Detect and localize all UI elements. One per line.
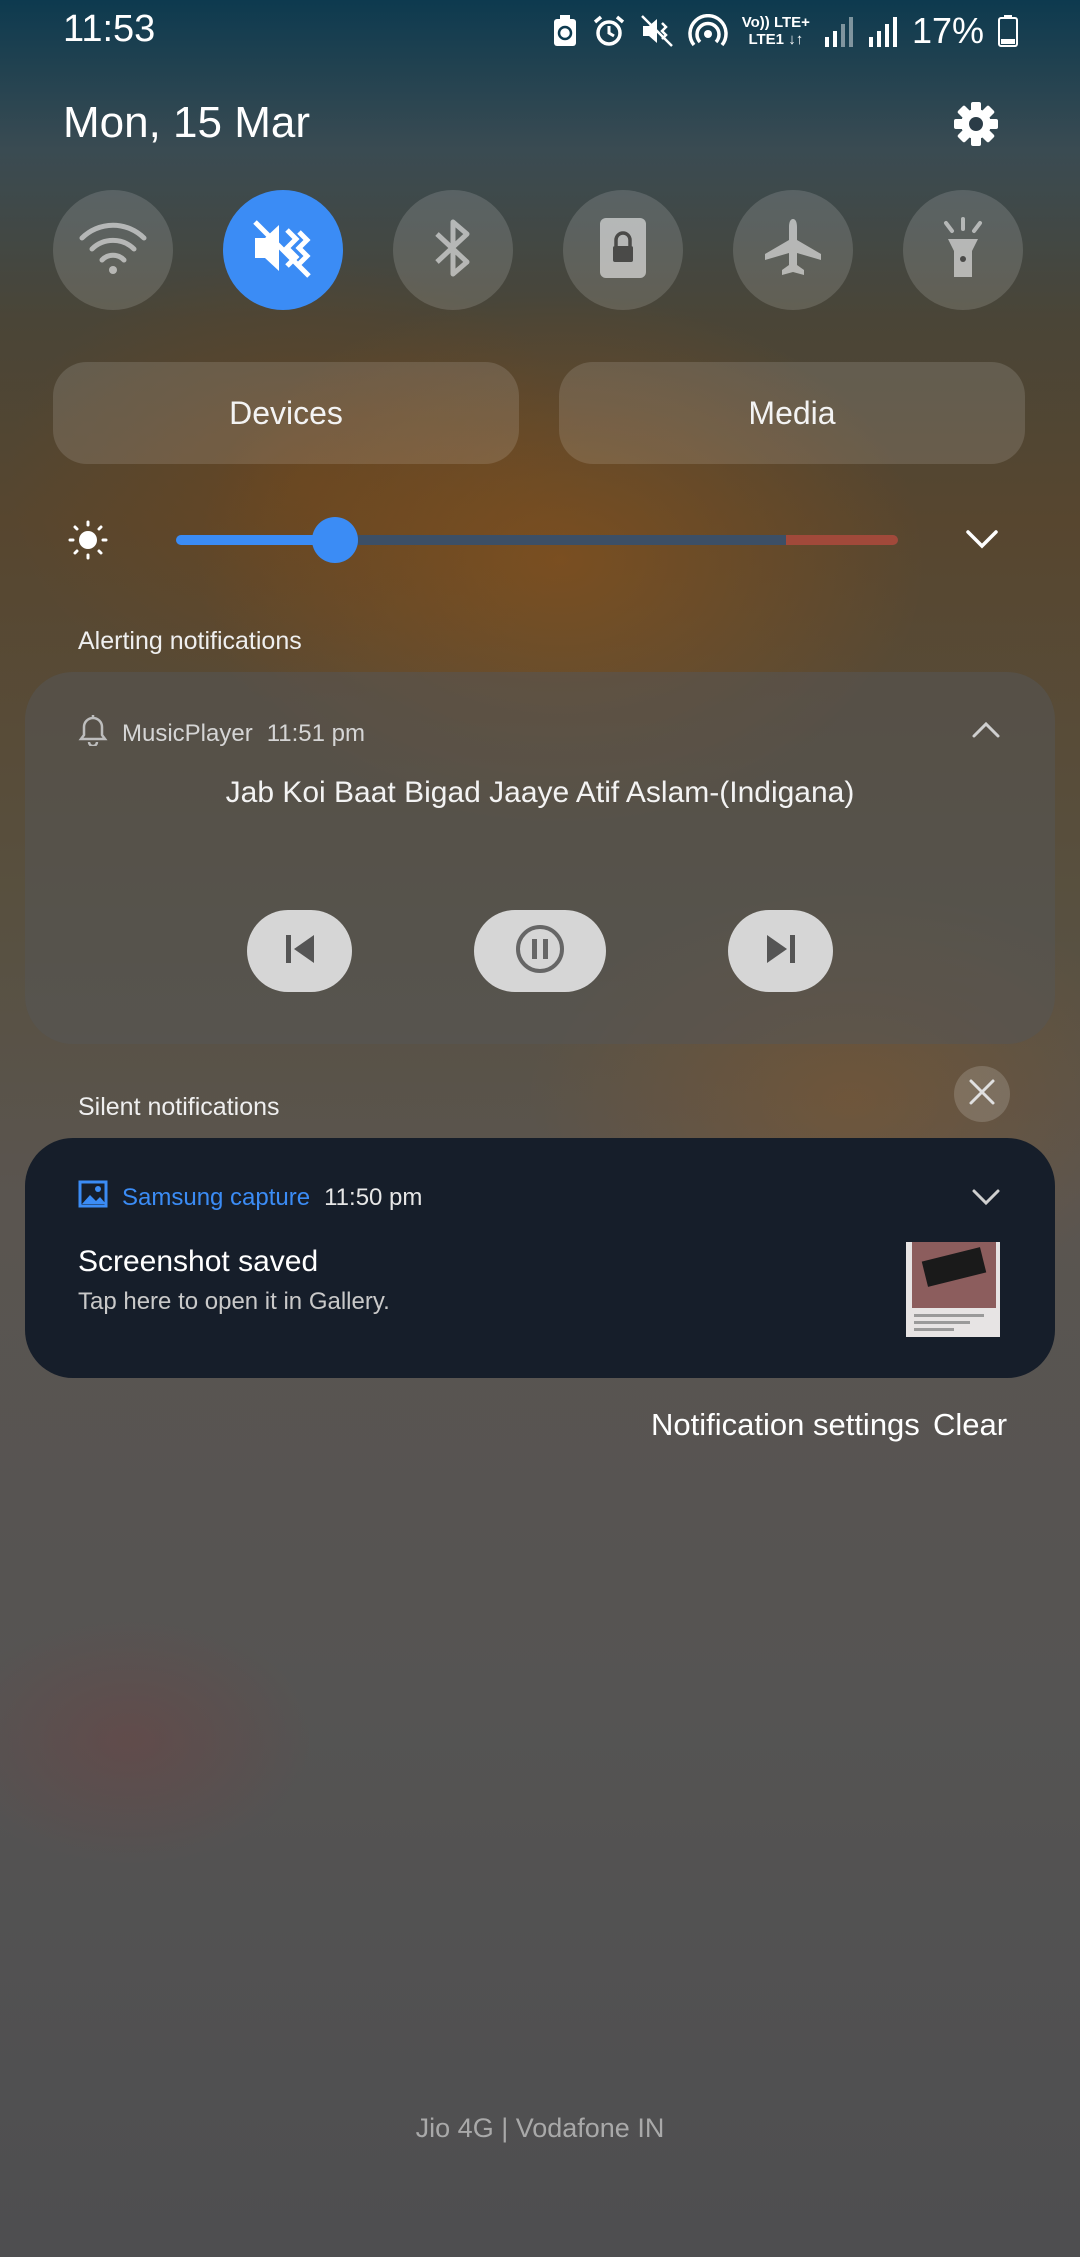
expand-capture-chevron-down-icon[interactable] (970, 1185, 1002, 1209)
bell-icon (78, 714, 108, 753)
settings-gear-icon[interactable] (948, 96, 1004, 152)
screenshot-saved-title: Screenshot saved (78, 1245, 319, 1278)
mute-icon (251, 218, 315, 283)
music-app-name: MusicPlayer (122, 719, 253, 747)
capture-app-name: Samsung capture (122, 1183, 311, 1211)
next-track-button[interactable] (728, 910, 833, 992)
signal-2-icon (868, 15, 898, 47)
notification-settings-button[interactable]: Notification settings (651, 1407, 920, 1443)
alarm-icon (592, 14, 626, 48)
lte-indicator: Vo)) LTE+ LTE1 ↓↑ (742, 14, 810, 48)
flashlight-toggle[interactable] (903, 190, 1023, 310)
pause-icon (514, 923, 566, 980)
brightness-high-zone (786, 535, 898, 545)
brightness-thumb[interactable] (311, 517, 358, 563)
clear-button[interactable]: Clear (933, 1407, 1007, 1443)
flashlight-icon (938, 215, 988, 286)
music-time: 11:51 pm (266, 719, 365, 747)
bluetooth-toggle[interactable] (393, 190, 513, 310)
collapse-chevron-up-icon[interactable] (970, 718, 1002, 742)
capture-time: 11:50 pm (324, 1183, 423, 1211)
wifi-icon (78, 220, 148, 281)
wifi-toggle[interactable] (53, 190, 173, 310)
screen-lock-toggle[interactable] (563, 190, 683, 310)
skip-previous-icon (282, 931, 318, 972)
lte-top: Vo)) LTE+ (741, 14, 810, 31)
music-app-header: MusicPlayer 11:51 pm (78, 714, 365, 753)
capture-app-header: Samsung capture 11:50 pm (78, 1180, 422, 1215)
bluetooth-icon (431, 216, 475, 285)
status-icons: Vo)) LTE+ LTE1 ↓↑ 17% (552, 10, 1018, 52)
expand-chevron-down-icon[interactable] (962, 524, 1002, 554)
alerting-notifications-label: Alerting notifications (78, 627, 302, 655)
song-title: Jab Koi Baat Bigad Jaaye Atif Aslam-(Ind… (225, 776, 855, 809)
silent-notifications-label: Silent notifications (78, 1093, 280, 1121)
date-label: Mon, 15 Mar (63, 98, 310, 147)
lte-bottom: LTE1 ↓↑ (748, 31, 804, 48)
hotspot-icon (688, 14, 728, 48)
mute-status-icon (640, 14, 674, 48)
brightness-sun-icon (68, 520, 108, 560)
airplane-icon (760, 215, 826, 286)
carrier-label: Jio 4G | Vodafone IN (415, 2113, 665, 2143)
mute-toggle[interactable] (223, 190, 343, 310)
brightness-slider[interactable] (176, 535, 898, 545)
skip-next-icon (763, 931, 799, 972)
dismiss-silent-button[interactable] (954, 1066, 1010, 1122)
close-icon (967, 1077, 997, 1112)
screenshot-thumbnail[interactable] (906, 1242, 1000, 1337)
battery-icon (998, 15, 1018, 47)
airplane-toggle[interactable] (733, 190, 853, 310)
devices-button[interactable]: Devices (53, 362, 519, 464)
previous-track-button[interactable] (247, 910, 352, 992)
battery-percent: 17% (911, 10, 984, 51)
media-button[interactable]: Media (559, 362, 1025, 464)
image-icon (78, 1180, 108, 1215)
status-time: 11:53 (63, 8, 156, 50)
lock-icon (598, 216, 648, 285)
screenshot-saved-subtitle: Tap here to open it in Gallery. (78, 1288, 390, 1315)
signal-1-icon (824, 15, 854, 47)
pause-button[interactable] (474, 910, 606, 992)
battery-saver-icon (552, 14, 578, 48)
